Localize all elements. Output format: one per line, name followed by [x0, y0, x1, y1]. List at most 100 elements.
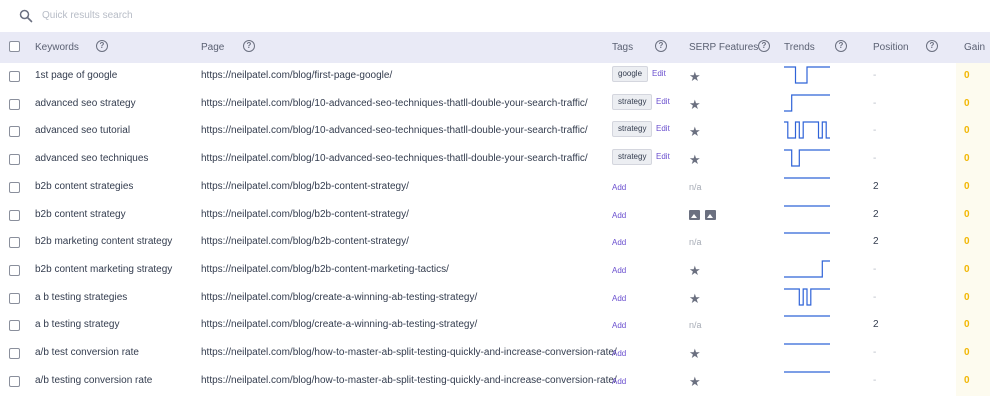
gain-value: 0 [964, 291, 970, 303]
trend-sparkline [784, 260, 830, 278]
row-checkbox[interactable] [9, 264, 20, 276]
add-tag-link[interactable]: Add [612, 321, 626, 330]
edit-tags-link[interactable]: Edit [652, 69, 666, 78]
table-row[interactable]: advanced seo techniques https://neilpatel… [0, 146, 990, 174]
column-header-page[interactable]: Page [201, 42, 224, 53]
column-header-keywords[interactable]: Keywords [35, 42, 79, 53]
trend-sparkline [784, 232, 830, 234]
gain-value: 0 [964, 97, 970, 109]
add-tag-link[interactable]: Add [612, 266, 626, 275]
edit-tags-link[interactable]: Edit [656, 124, 670, 133]
page-url-link[interactable]: https://neilpatel.com/blog/how-to-master… [201, 347, 617, 358]
trend-sparkline [784, 343, 830, 345]
search-icon [19, 9, 33, 23]
select-all-checkbox[interactable] [9, 41, 20, 52]
column-header-tags[interactable]: Tags [612, 42, 633, 53]
serp-features: ★ [689, 98, 701, 112]
table-row[interactable]: 1st page of google https://neilpatel.com/… [0, 63, 990, 91]
trend-sparkline [784, 371, 830, 373]
trend-sparkline [784, 315, 830, 317]
trend-sparkline [784, 121, 830, 139]
keyword-cell: b2b content marketing strategy [35, 263, 173, 275]
help-icon[interactable]: ? [96, 40, 108, 52]
add-tag-link[interactable]: Add [612, 294, 626, 303]
gain-value: 0 [964, 153, 970, 165]
page-url-link[interactable]: https://neilpatel.com/blog/b2b-content-s… [201, 209, 409, 220]
gain-value: 0 [964, 208, 970, 220]
row-checkbox[interactable] [9, 71, 20, 82]
page-url-link[interactable]: https://neilpatel.com/blog/create-a-winn… [201, 319, 477, 330]
row-checkbox[interactable] [9, 209, 20, 221]
serp-features: ★ [689, 153, 701, 167]
column-header-gain[interactable]: Gain [964, 42, 985, 53]
column-header-position[interactable]: Position [873, 42, 909, 53]
help-icon[interactable]: ? [835, 40, 847, 52]
trend-sparkline [784, 94, 830, 112]
trend-line [784, 66, 830, 84]
add-tag-link[interactable]: Add [612, 183, 626, 192]
edit-tags-link[interactable]: Edit [656, 152, 670, 161]
search-bar[interactable]: Quick results search [0, 0, 990, 32]
trend-line [784, 121, 830, 139]
table-row[interactable]: advanced seo tutorial https://neilpatel.c… [0, 118, 990, 146]
table-row[interactable]: b2b content strategies https://neilpatel.… [0, 174, 990, 202]
tag-badge: strategy [612, 121, 653, 138]
page-url-link[interactable]: https://neilpatel.com/blog/b2b-content-s… [201, 236, 409, 247]
gain-value: 0 [964, 374, 970, 386]
image-icon [689, 209, 700, 220]
column-header-serp-features[interactable]: SERP Features [689, 42, 758, 53]
trend-line [784, 260, 830, 278]
edit-tags-link[interactable]: Edit [656, 97, 670, 106]
keyword-cell: a b testing strategy [35, 319, 120, 331]
position-value: - [873, 263, 877, 275]
page-url-link[interactable]: https://neilpatel.com/blog/create-a-winn… [201, 292, 477, 303]
add-tag-link[interactable]: Add [612, 238, 626, 247]
image-icon [705, 209, 716, 220]
row-checkbox[interactable] [9, 292, 20, 304]
serp-features: ★ [689, 70, 701, 84]
help-icon[interactable]: ? [758, 40, 770, 52]
table-row[interactable]: b2b content strategy https://neilpatel.co… [0, 202, 990, 230]
serp-features-na: n/a [689, 320, 702, 331]
serp-features-na: n/a [689, 181, 702, 192]
page-url-link[interactable]: https://neilpatel.com/blog/10-advanced-s… [201, 98, 588, 109]
help-icon[interactable]: ? [655, 40, 667, 52]
help-icon[interactable]: ? [243, 40, 255, 52]
serp-features: ★ [689, 375, 701, 389]
page-url-link[interactable]: https://neilpatel.com/blog/how-to-master… [201, 375, 617, 386]
table-row[interactable]: b2b marketing content strategy https://ne… [0, 229, 990, 257]
row-checkbox[interactable] [9, 375, 20, 387]
table-row[interactable]: a/b testing conversion rate https://neilp… [0, 368, 990, 396]
page-url-link[interactable]: https://neilpatel.com/blog/10-advanced-s… [201, 153, 588, 164]
page-url-link[interactable]: https://neilpatel.com/blog/first-page-go… [201, 70, 392, 81]
column-header-trends[interactable]: Trends [784, 42, 815, 53]
page-url-link[interactable]: https://neilpatel.com/blog/10-advanced-s… [201, 125, 588, 136]
serp-features [689, 209, 721, 223]
search-input[interactable]: Quick results search [42, 10, 133, 21]
table-row[interactable]: a/b test conversion rate https://neilpate… [0, 340, 990, 368]
row-checkbox[interactable] [9, 320, 20, 332]
table-row[interactable]: b2b content marketing strategy https://ne… [0, 257, 990, 285]
add-tag-link[interactable]: Add [612, 211, 626, 220]
row-checkbox[interactable] [9, 181, 20, 193]
table-row[interactable]: a b testing strategies https://neilpatel.… [0, 285, 990, 313]
page-url-link[interactable]: https://neilpatel.com/blog/b2b-content-m… [201, 264, 449, 275]
row-checkbox[interactable] [9, 154, 20, 166]
gain-value: 0 [964, 236, 970, 248]
page-url-link[interactable]: https://neilpatel.com/blog/b2b-content-s… [201, 181, 409, 192]
keyword-cell: a b testing strategies [35, 291, 128, 303]
row-checkbox[interactable] [9, 237, 20, 249]
table-row[interactable]: advanced seo strategy https://neilpatel.c… [0, 91, 990, 119]
add-tag-link[interactable]: Add [612, 349, 626, 358]
position-value: - [873, 153, 877, 165]
add-tag-link[interactable]: Add [612, 377, 626, 386]
row-checkbox[interactable] [9, 98, 20, 110]
help-icon[interactable]: ? [926, 40, 938, 52]
row-checkbox[interactable] [9, 126, 20, 138]
table-row[interactable]: a b testing strategy https://neilpatel.co… [0, 312, 990, 340]
position-value: 2 [873, 319, 879, 331]
trend-sparkline [784, 66, 830, 84]
row-checkbox[interactable] [9, 348, 20, 359]
position-value: 2 [873, 208, 879, 220]
gain-value: 0 [964, 125, 970, 137]
